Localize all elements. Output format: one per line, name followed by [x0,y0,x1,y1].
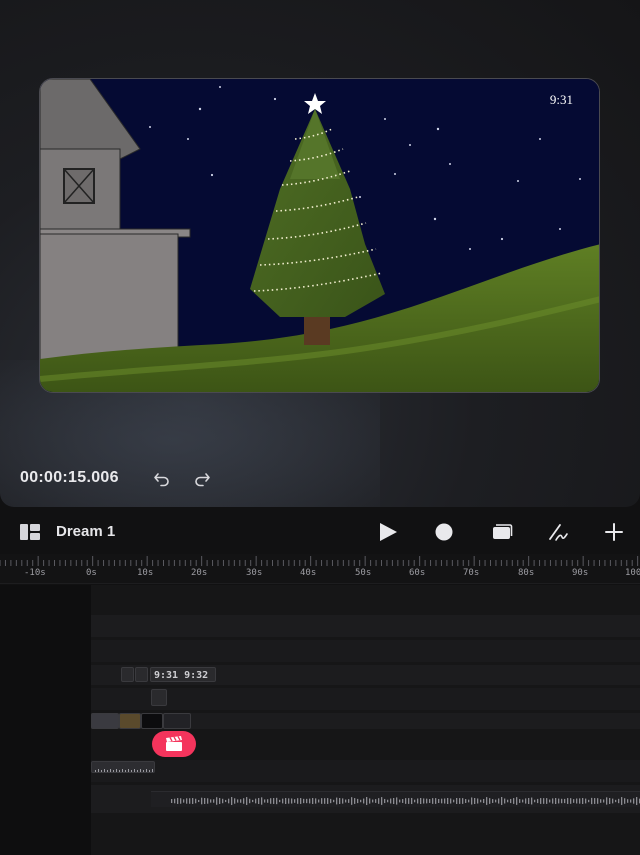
media-icon[interactable] [491,521,513,543]
ruler-label: 40s [300,568,317,578]
track-gutter [0,585,91,855]
video-clip[interactable] [141,713,163,729]
playhead-timecode: 00:00:15.006 [20,469,119,486]
clip-label: 9:31 9:32 [154,670,209,681]
time-ruler[interactable]: -10s 0s 10s 20s 30s 40s 50s 60s 70s 80s … [0,554,640,584]
track-lane[interactable] [91,640,640,662]
preview-area: 9:31 00:00:15.006 [0,0,640,507]
video-clip[interactable] [91,713,119,729]
ruler-label: 80s [518,568,535,578]
audio-waveform [171,797,640,805]
ruler-label: 70s [463,568,480,578]
canvas-clock: 9:31 [549,92,573,107]
audio-clip[interactable] [91,761,155,773]
track-lane[interactable] [91,615,640,637]
add-icon[interactable] [603,521,625,543]
track-lane[interactable] [91,688,640,710]
ruler-label: 90s [572,568,589,578]
clock-text-clip[interactable]: 9:31 9:32 [150,667,216,682]
video-canvas[interactable]: 9:31 [39,78,600,393]
timeline-clip[interactable] [135,667,148,682]
timeline-toolbar: Dream 1 [0,512,640,552]
ruler-label: -10s [24,568,46,578]
play-icon[interactable] [377,521,399,543]
draw-icon[interactable] [547,521,569,543]
timeline-tracks[interactable]: 9:31 9:32 [0,585,640,855]
video-clip[interactable] [163,713,191,729]
timeline-clip[interactable] [151,689,167,706]
ruler-label: 100s [625,568,640,578]
clapperboard-icon[interactable] [152,731,196,757]
scene-illustration [40,79,599,392]
redo-icon[interactable] [193,470,211,488]
video-clip[interactable] [119,713,141,729]
undo-icon[interactable] [153,470,171,488]
ruler-label: 0s [86,568,97,578]
layers-icon[interactable] [20,524,40,540]
track-lane[interactable] [91,760,640,782]
ruler-label: 10s [137,568,154,578]
project-title[interactable]: Dream 1 [56,523,115,540]
music-track-clip[interactable] [151,791,640,807]
audio-waveform [95,769,153,772]
timeline-clip[interactable] [121,667,134,682]
ruler-label: 30s [246,568,263,578]
ruler-label: 20s [191,568,208,578]
ruler-label: 60s [409,568,426,578]
record-icon[interactable] [433,521,455,543]
ruler-label: 50s [355,568,372,578]
